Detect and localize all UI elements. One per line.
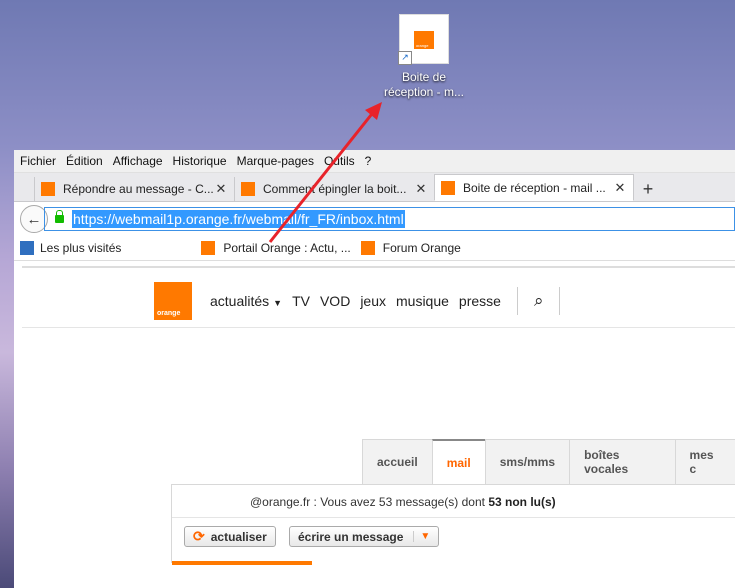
annotation-arrow	[268, 102, 382, 243]
arrow-line	[268, 109, 377, 243]
